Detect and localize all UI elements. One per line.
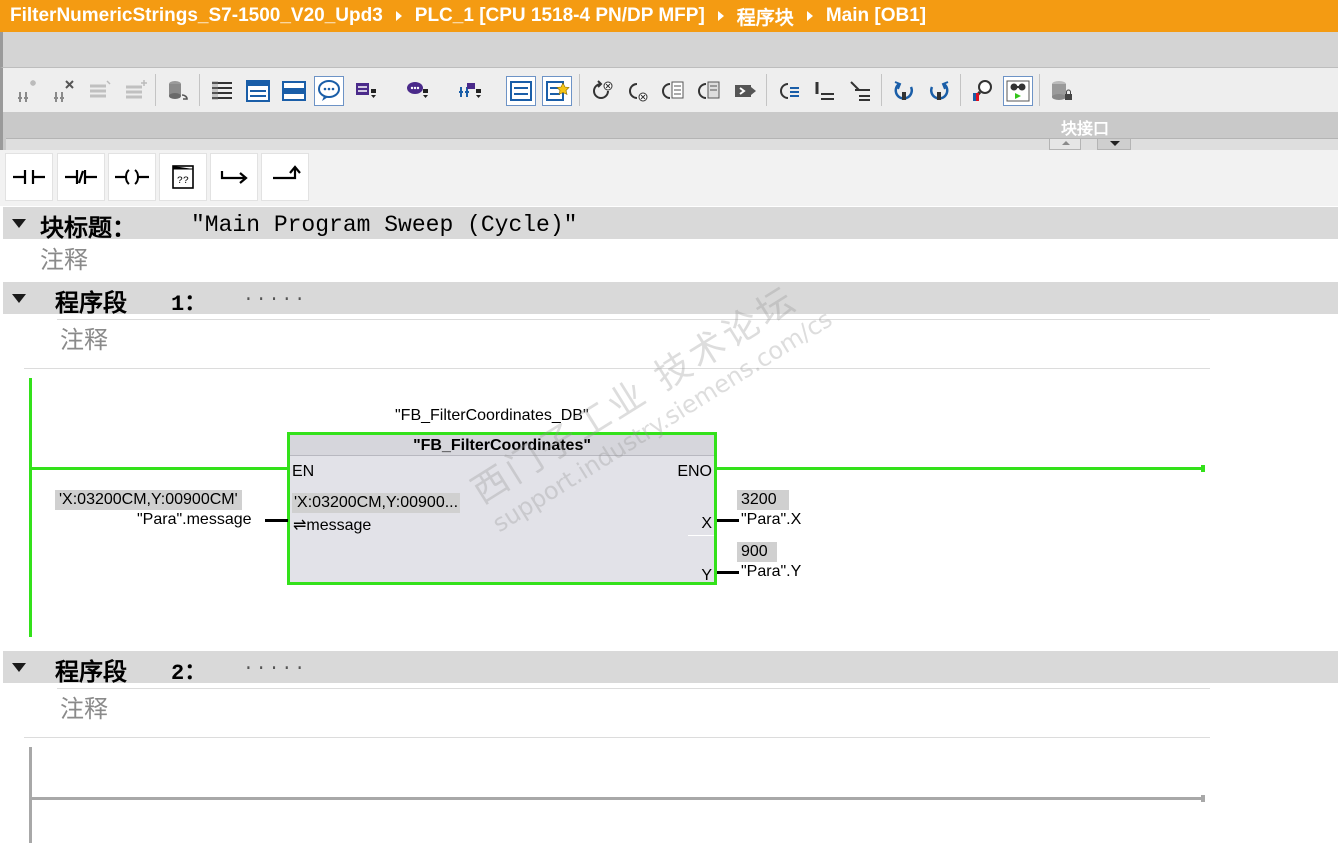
- interface-collapse-icon[interactable]: [1049, 138, 1081, 150]
- output-coil-icon[interactable]: [108, 153, 156, 201]
- empty-box-icon[interactable]: ??: [159, 153, 207, 201]
- show-tag-info-icon[interactable]: [403, 76, 433, 106]
- x-operand[interactable]: "Para".X: [741, 511, 801, 529]
- network-label: 程序段: [55, 288, 127, 317]
- block-interface-label[interactable]: 块接口: [1061, 115, 1109, 139]
- delete-network-icon[interactable]: [49, 76, 79, 106]
- breadcrumb-block[interactable]: Main [OB1]: [826, 5, 926, 27]
- undo-icon[interactable]: [889, 76, 919, 106]
- fb-call-box[interactable]: "FB_FilterCoordinates" EN ENO 'X:03200CM…: [287, 432, 717, 585]
- block-title-header[interactable]: 块标题： "Main Program Sweep (Cycle)": [3, 207, 1338, 242]
- update-calls-icon[interactable]: [774, 76, 804, 106]
- normally-closed-contact-icon[interactable]: [57, 153, 105, 201]
- network-title[interactable]: .....: [243, 286, 307, 306]
- x-pin: X: [701, 515, 712, 532]
- lad-favorites-bar: ??: [0, 150, 1338, 206]
- rung-eno-wire: [716, 467, 1204, 470]
- left-power-rail-2: [29, 747, 32, 843]
- show-symbol-info-icon[interactable]: [351, 76, 381, 106]
- message-pin: ⇌message: [293, 517, 372, 534]
- editor-tab-strip: [0, 32, 1338, 68]
- breadcrumb-separator-icon: [806, 11, 813, 21]
- redo-icon[interactable]: [924, 76, 954, 106]
- go-to-previous-error-icon[interactable]: [622, 76, 652, 106]
- message-operand-monitor-value: 'X:03200CM,Y:00900CM': [55, 490, 242, 510]
- reset-startvalues-icon[interactable]: [163, 76, 193, 106]
- fb-name[interactable]: "FB_FilterCoordinates": [290, 435, 714, 456]
- message-input-wire: [265, 519, 288, 522]
- network-2-comment[interactable]: 注释: [60, 689, 108, 724]
- block-title-label: 块标题：: [40, 213, 136, 242]
- en-pin: EN: [292, 463, 315, 480]
- go-to-error-icon[interactable]: [587, 76, 617, 106]
- y-monitor-value: 900: [737, 542, 777, 562]
- message-pin-monitor-value: 'X:03200CM,Y:00900...: [292, 493, 461, 513]
- previous-error-icon[interactable]: [694, 76, 724, 106]
- x-monitor-value: 3200: [737, 490, 789, 510]
- editor-toolbar: [0, 68, 1338, 112]
- close-branch-icon[interactable]: [261, 153, 309, 201]
- block-title-value[interactable]: "Main Program Sweep (Cycle)": [191, 212, 577, 238]
- left-power-rail: [29, 378, 32, 637]
- split-rung-icon[interactable]: [845, 76, 875, 106]
- show-comments-icon[interactable]: [314, 76, 344, 106]
- interface-expand-icon[interactable]: [1097, 138, 1131, 150]
- breadcrumb-separator-icon: [717, 11, 724, 21]
- empty-rung-2: [32, 797, 1204, 800]
- network-number: 1：: [171, 292, 207, 317]
- message-operand[interactable]: "Para".message: [137, 511, 252, 529]
- open-all-networks-icon[interactable]: [506, 76, 536, 106]
- monitor-icon[interactable]: [968, 76, 998, 106]
- next-error-icon[interactable]: [730, 76, 760, 106]
- go-to-next-error-icon[interactable]: [658, 76, 688, 106]
- network-2-header[interactable]: 程序段 2： .....: [3, 651, 1338, 686]
- insert-network-icon[interactable]: [13, 76, 43, 106]
- instance-db-name[interactable]: "FB_FilterCoordinates_DB": [395, 407, 589, 425]
- y-operand[interactable]: "Para".Y: [741, 563, 801, 581]
- download-icon[interactable]: [1047, 76, 1077, 106]
- show-address-icon[interactable]: [455, 76, 485, 106]
- network-1-comment[interactable]: 注释: [60, 320, 108, 355]
- network-1-header[interactable]: 程序段 1： .....: [3, 282, 1338, 317]
- add-row-icon[interactable]: [121, 76, 151, 106]
- eno-pin: ENO: [677, 463, 712, 480]
- show-list-icon[interactable]: [542, 76, 572, 106]
- breadcrumb-folder[interactable]: 程序块: [737, 3, 794, 30]
- block-interface-splitter[interactable]: 块接口: [0, 112, 1338, 150]
- monitoring-on-off-icon[interactable]: [1003, 76, 1033, 106]
- open-branch-icon[interactable]: [210, 153, 258, 201]
- normally-open-contact-icon[interactable]: [5, 153, 53, 201]
- editor-breadcrumb: FilterNumericStrings_S7-1500_V20_Upd3 PL…: [0, 0, 1338, 32]
- x-output-wire: [717, 519, 739, 522]
- show-status-bar-icon[interactable]: [279, 76, 309, 106]
- insert-coil-row-icon[interactable]: [809, 76, 839, 106]
- rung-end-marker: [1201, 465, 1205, 472]
- collapse-triangle-icon[interactable]: [12, 663, 26, 672]
- breadcrumb-separator-icon: [395, 11, 402, 21]
- collapse-triangle-icon[interactable]: [12, 294, 26, 303]
- y-pin: Y: [701, 567, 712, 584]
- absolute-operands-icon[interactable]: [207, 76, 237, 106]
- breadcrumb-device[interactable]: PLC_1 [CPU 1518-4 PN/DP MFP]: [415, 5, 705, 27]
- show-favorites-icon[interactable]: [243, 76, 273, 106]
- rung-end-marker: [1201, 795, 1205, 802]
- rung-en-wire: [32, 467, 288, 470]
- network-number: 2：: [171, 661, 207, 686]
- svg-text:??: ??: [177, 176, 189, 187]
- network-label: 程序段: [55, 657, 127, 686]
- insert-row-icon[interactable]: [85, 76, 115, 106]
- breadcrumb-project[interactable]: FilterNumericStrings_S7-1500_V20_Upd3: [10, 5, 383, 27]
- block-comment[interactable]: 注释: [40, 240, 88, 275]
- network-title[interactable]: .....: [243, 655, 307, 675]
- y-output-wire: [717, 571, 739, 574]
- collapse-triangle-icon[interactable]: [12, 219, 26, 228]
